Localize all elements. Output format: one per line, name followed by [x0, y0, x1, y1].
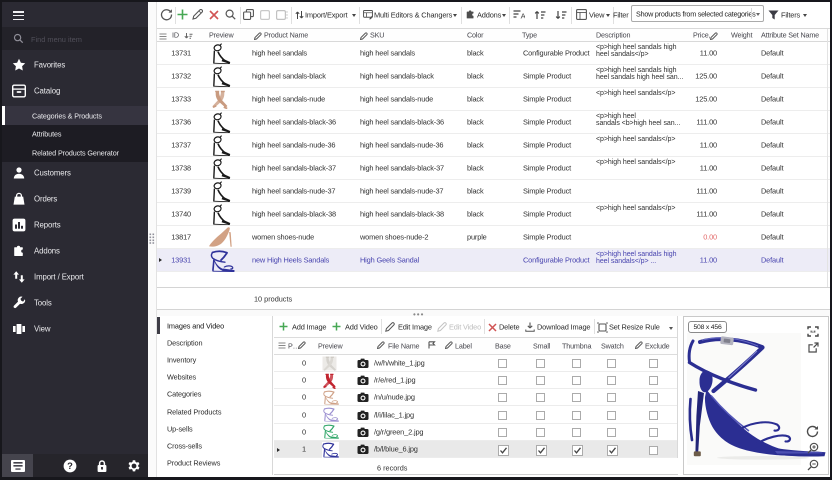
svg-text:A: A — [521, 12, 525, 19]
svg-text:?: ? — [67, 460, 73, 471]
